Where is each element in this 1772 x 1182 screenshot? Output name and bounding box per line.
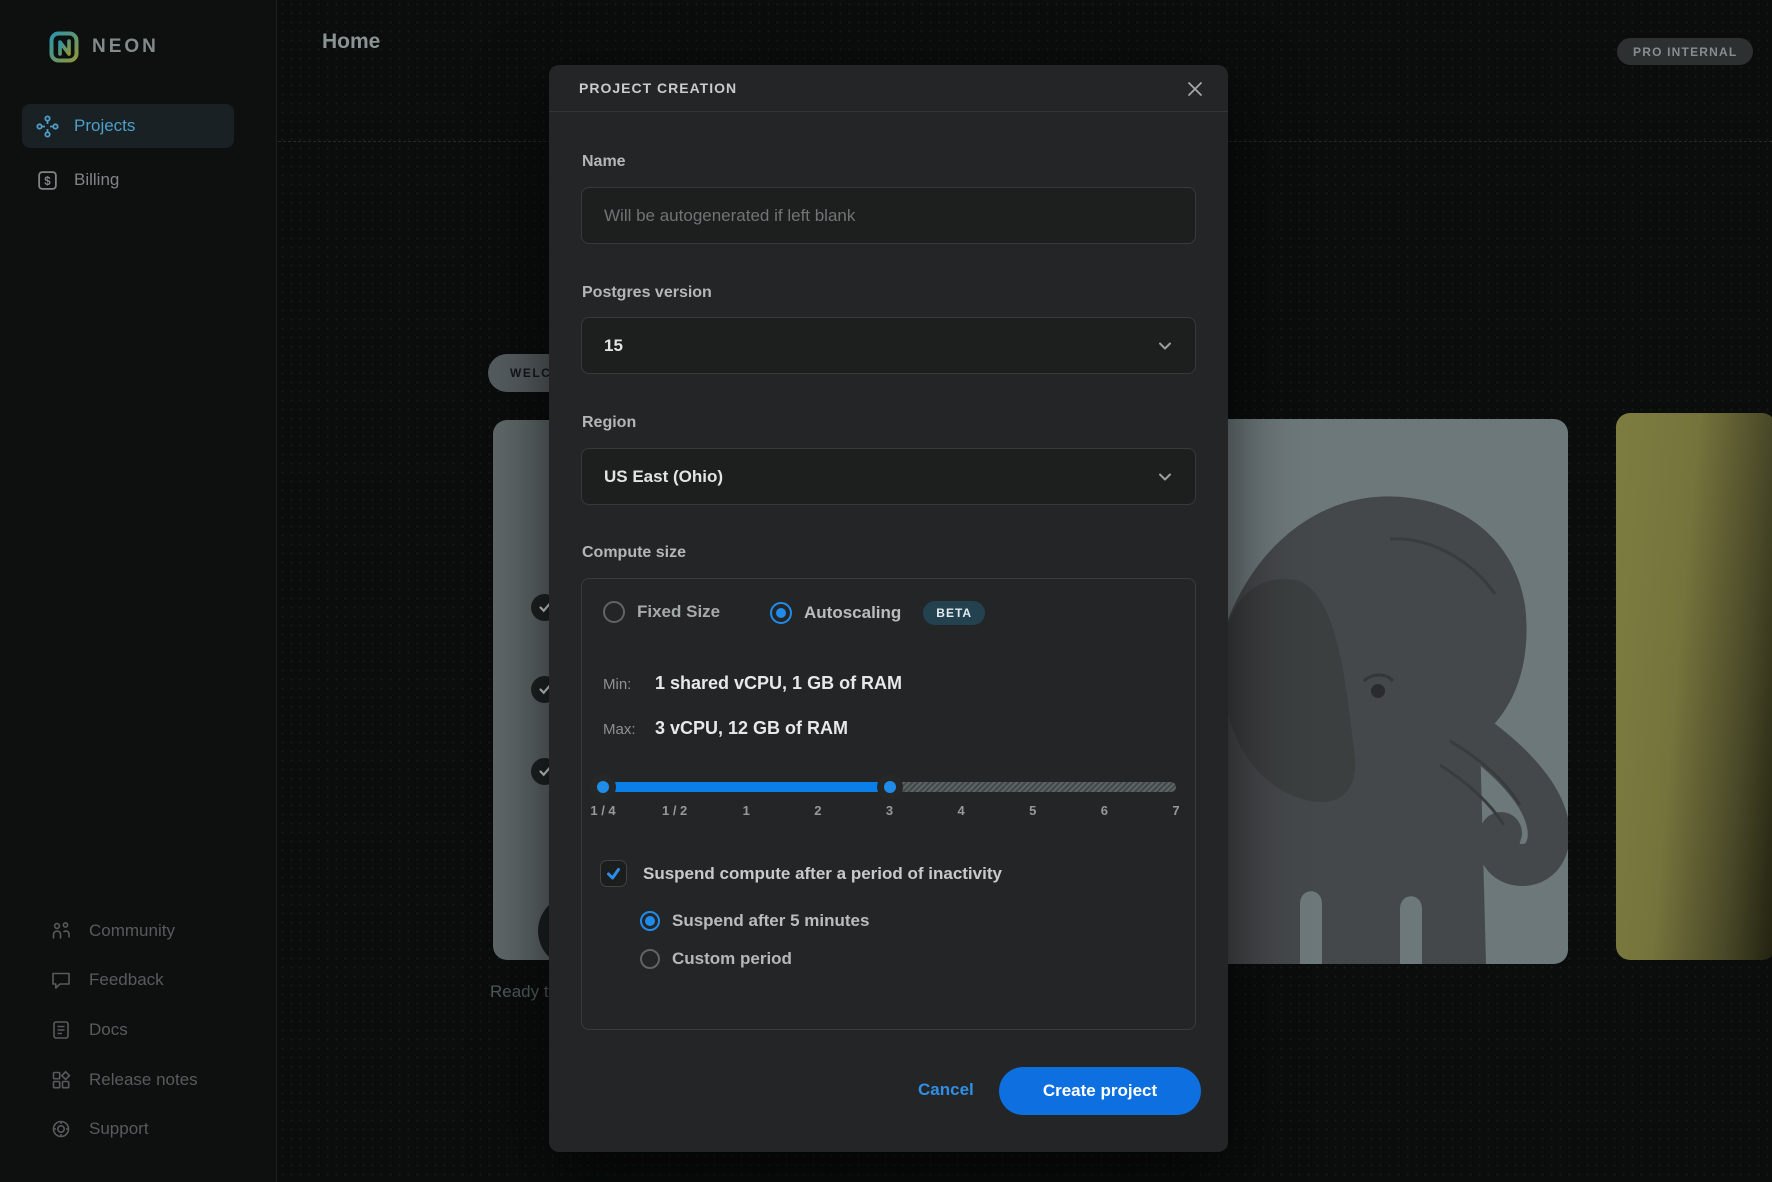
community-icon xyxy=(50,920,72,942)
project-creation-modal: PROJECT CREATION Name Postgres version 1… xyxy=(549,65,1228,1152)
custom-period-radio[interactable]: Custom period xyxy=(640,949,792,969)
docs-icon xyxy=(50,1019,72,1041)
compute-min-row: Min: 1 shared vCPU, 1 GB of RAM xyxy=(603,673,902,694)
close-icon[interactable] xyxy=(1182,76,1208,102)
checkbox-checked-icon[interactable] xyxy=(600,860,627,887)
yellow-card xyxy=(1616,413,1772,960)
sidebar-item-release-notes[interactable]: Release notes xyxy=(50,1069,198,1091)
sidebar-item-projects[interactable]: Projects xyxy=(22,104,234,148)
plan-badge: PRO INTERNAL xyxy=(1617,38,1753,65)
projects-icon xyxy=(36,115,59,138)
postgres-version-select[interactable]: 15 xyxy=(581,317,1196,374)
chevron-down-icon xyxy=(1155,467,1175,487)
brand-logo[interactable]: NEON xyxy=(49,31,159,63)
app-screen: NEON Projects $ Billing Community xyxy=(0,0,1772,1182)
sidebar-item-billing[interactable]: $ Billing xyxy=(22,158,234,202)
brand-wordmark: NEON xyxy=(92,36,159,58)
sidebar-item-docs[interactable]: Docs xyxy=(50,1019,128,1041)
suspend-checkbox-row[interactable]: Suspend compute after a period of inacti… xyxy=(600,860,1002,887)
sidebar-item-label: Billing xyxy=(74,170,119,190)
radio-selected-icon xyxy=(770,602,792,624)
neon-logo-icon xyxy=(49,31,79,63)
name-label: Name xyxy=(582,153,626,171)
region-label: Region xyxy=(582,414,636,432)
create-project-button[interactable]: Create project xyxy=(999,1067,1201,1115)
radio-icon xyxy=(603,601,625,623)
compute-slider[interactable] xyxy=(603,782,1176,792)
max-value: 3 vCPU, 12 GB of RAM xyxy=(655,718,848,739)
slider-ticks: 1 / 4 1 / 2 1 2 3 4 5 6 7 xyxy=(603,803,1176,821)
autoscaling-radio[interactable]: Autoscaling BETA xyxy=(770,601,985,625)
autoscaling-label: Autoscaling xyxy=(804,603,901,623)
beta-badge: BETA xyxy=(923,601,985,625)
tick-label: 6 xyxy=(1101,803,1108,818)
max-label: Max: xyxy=(603,721,655,738)
postgres-version-value: 15 xyxy=(604,336,623,356)
slider-fill xyxy=(603,782,890,792)
region-select[interactable]: US East (Ohio) xyxy=(581,448,1196,505)
card-caption: Ready to xyxy=(490,982,558,1002)
name-input[interactable] xyxy=(581,187,1196,244)
sidebar-item-label: Release notes xyxy=(89,1070,198,1090)
custom-period-label: Custom period xyxy=(672,949,792,969)
sidebar-item-feedback[interactable]: Feedback xyxy=(50,969,164,991)
tick-label: 3 xyxy=(886,803,893,818)
radio-selected-icon xyxy=(640,911,660,931)
sidebar-item-community[interactable]: Community xyxy=(50,920,175,942)
postgres-version-label: Postgres version xyxy=(582,284,712,302)
compute-size-panel: Fixed Size Autoscaling BETA Min: 1 share… xyxy=(581,578,1196,1030)
radio-icon xyxy=(640,949,660,969)
tick-label: 1 / 4 xyxy=(590,803,615,818)
cancel-button[interactable]: Cancel xyxy=(918,1080,974,1100)
release-notes-icon xyxy=(50,1069,72,1091)
support-icon xyxy=(50,1118,72,1140)
tick-label: 5 xyxy=(1029,803,1036,818)
sidebar-item-label: Docs xyxy=(89,1020,128,1040)
svg-text:$: $ xyxy=(44,175,51,187)
sidebar-item-label: Feedback xyxy=(89,970,164,990)
page-title: Home xyxy=(322,30,380,54)
tick-label: 2 xyxy=(814,803,821,818)
billing-icon: $ xyxy=(36,169,59,192)
fixed-size-radio[interactable]: Fixed Size xyxy=(603,601,720,623)
min-label: Min: xyxy=(603,676,655,693)
feedback-icon xyxy=(50,969,72,991)
tick-label: 4 xyxy=(958,803,965,818)
suspend-label: Suspend compute after a period of inacti… xyxy=(643,864,1002,884)
suspend-5min-label: Suspend after 5 minutes xyxy=(672,911,869,931)
fixed-size-label: Fixed Size xyxy=(637,602,720,622)
tick-label: 7 xyxy=(1172,803,1179,818)
region-value: US East (Ohio) xyxy=(604,467,723,487)
compute-size-label: Compute size xyxy=(582,544,686,562)
sidebar-item-label: Support xyxy=(89,1119,149,1139)
compute-max-row: Max: 3 vCPU, 12 GB of RAM xyxy=(603,718,848,739)
sidebar-item-label: Projects xyxy=(74,116,135,136)
modal-title: PROJECT CREATION xyxy=(579,80,737,96)
min-value: 1 shared vCPU, 1 GB of RAM xyxy=(655,673,902,694)
sidebar-item-label: Community xyxy=(89,921,175,941)
sidebar: NEON Projects $ Billing Community xyxy=(0,0,277,1182)
slider-min-handle[interactable] xyxy=(590,774,616,800)
suspend-5min-radio[interactable]: Suspend after 5 minutes xyxy=(640,911,869,931)
tick-label: 1 xyxy=(743,803,750,818)
slider-max-handle[interactable] xyxy=(877,774,903,800)
modal-header: PROJECT CREATION xyxy=(549,65,1228,112)
sidebar-item-support[interactable]: Support xyxy=(50,1118,149,1140)
chevron-down-icon xyxy=(1155,336,1175,356)
tick-label: 1 / 2 xyxy=(662,803,687,818)
